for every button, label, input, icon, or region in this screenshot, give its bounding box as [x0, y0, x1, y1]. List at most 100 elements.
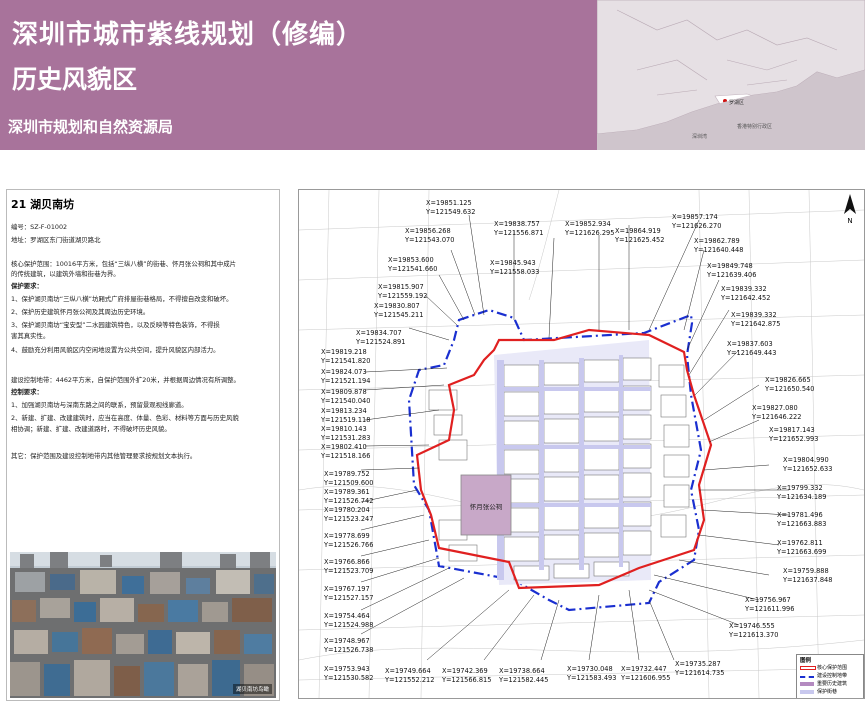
coord-label: Y=121540.040 — [321, 397, 371, 405]
coord-label: X=19849.748 — [707, 262, 753, 270]
coord-label: X=19759.888 — [783, 567, 829, 575]
coord-label: X=19839.332 — [721, 285, 767, 293]
page-subtitle: 历史风貌区 — [12, 65, 138, 94]
info-line: 3、保护湖贝南坊“宝安型”二水园建筑特色，以及反映等特色装饰，不得损 — [11, 321, 220, 329]
boundary-map: 怀月张公祠 X=19851.125 Y=121549.632 X=19856.2… — [298, 189, 865, 699]
coord-label: Y=121639.406 — [707, 271, 757, 279]
coord-label: Y=121541.820 — [321, 357, 371, 365]
coord-label: Y=121626.270 — [672, 222, 722, 230]
minimap-label-hk: 香港特别行政区 — [737, 123, 772, 130]
info-line: 相协调；新建、扩建、改建道路时，不得破坏历史风貌。 — [11, 425, 171, 433]
page-title: 深圳市城市紫线规划（修编） — [12, 20, 364, 50]
coord-label: X=19819.218 — [321, 348, 367, 356]
coord-label: Y=121606.955 — [621, 674, 671, 682]
coord-label: X=19746.555 — [729, 622, 775, 630]
coord-label: Y=121521.194 — [321, 377, 371, 385]
coord-label: Y=121559.192 — [378, 292, 428, 300]
legend-item: 重要历史建筑 — [800, 681, 860, 687]
coord-label: X=19852.934 — [565, 220, 611, 228]
minimap-svg: 罗湖区 深圳湾 香港特别行政区 — [597, 0, 865, 150]
coord-label: X=19753.943 — [324, 665, 370, 673]
coord-label: Y=121518.166 — [321, 452, 371, 460]
legend-item: 核心保护范围 — [800, 665, 860, 671]
coord-label: X=19838.757 — [494, 220, 540, 228]
coord-label: X=19810.143 — [321, 425, 367, 433]
info-line: 地址：罗湖区东门街道湖贝路北 — [11, 236, 101, 244]
info-line: 建设控制地带：4462平方米，自保护范围外扩20米，并根据周边情况有所调整。 — [11, 376, 240, 384]
coord-label: X=19813.234 — [321, 407, 367, 415]
coord-label: X=19817.143 — [769, 426, 815, 434]
coord-label: X=19762.811 — [777, 539, 823, 547]
coord-label: X=19789.752 — [324, 470, 370, 478]
info-line: 核心保护范围：10016平方米，包括“三纵八横”的街巷、怀月张公祠和其中成片 — [11, 260, 237, 268]
coord-label: Y=121649.443 — [727, 349, 777, 357]
info-line: 1、加强湖贝南坊与深南东路之间的联系，预留景观视线廊道。 — [11, 401, 188, 409]
coord-label: X=19749.664 — [385, 667, 431, 675]
legend-label: 重要历史建筑 — [817, 681, 848, 687]
legend-item: 建设控制地带 — [800, 673, 860, 679]
coord-label: Y=121613.370 — [729, 631, 779, 639]
coord-label: Y=121509.600 — [324, 479, 374, 487]
info-panel: 21 湖贝南坊 编号：SZ-F-01002 地址：罗湖区东门街道湖贝路北 核心保… — [6, 189, 280, 701]
coord-label: X=19766.866 — [324, 558, 370, 566]
coord-label: X=19781.496 — [777, 511, 823, 519]
coord-label: Y=121652.633 — [783, 465, 833, 473]
coord-label: Y=121637.848 — [783, 576, 833, 584]
coord-label: X=19802.410 — [321, 443, 367, 451]
coord-label: X=19862.789 — [694, 237, 740, 245]
coord-label: Y=121541.660 — [388, 265, 438, 273]
coord-label: Y=121614.735 — [675, 669, 725, 677]
info-line: 害其真实性。 — [11, 332, 50, 340]
info-line: 2、保护历史建筑怀月张公祠及其周边历史环境。 — [11, 308, 150, 316]
info-line: 4、鼓励充分利用风貌区内空闲地设置为公共空间，提升风貌区内部活力。 — [11, 346, 220, 354]
coord-label: X=19815.907 — [378, 283, 424, 291]
map-legend: 图例 核心保护范围 建设控制地带 重要历史建筑 保护街巷 — [796, 654, 864, 698]
coord-label: Y=121524.988 — [324, 621, 374, 629]
coord-label: X=19754.464 — [324, 612, 370, 620]
coord-label: Y=121524.891 — [356, 338, 406, 346]
aerial-photo: 湖贝南坊鸟瞰 — [10, 552, 276, 698]
coord-label: Y=121527.157 — [324, 594, 374, 602]
coord-label: X=19780.204 — [324, 506, 370, 514]
coord-label: Y=121640.448 — [694, 246, 744, 254]
legend-item: 保护街巷 — [800, 689, 860, 695]
coord-label: Y=121625.452 — [615, 236, 665, 244]
coord-label: Y=121549.632 — [426, 208, 476, 216]
aerial-photo-svg — [10, 552, 276, 698]
coord-label: Y=121543.070 — [405, 236, 455, 244]
coord-label: X=19809.878 — [321, 388, 367, 396]
legend-label: 核心保护范围 — [817, 665, 848, 671]
coord-label: Y=121526.766 — [324, 541, 374, 549]
coord-label: Y=121663.883 — [777, 520, 827, 528]
coord-label: X=19834.707 — [356, 329, 402, 337]
info-line: 1、保护湖贝南坊“三纵八横”坊厢式广府排屋街巷格局，不得擅自改变和破坏。 — [11, 295, 233, 303]
coord-label: X=19778.699 — [324, 532, 370, 540]
coord-label: Y=121642.452 — [721, 294, 771, 302]
coord-label: X=19735.287 — [675, 660, 721, 668]
coord-label: Y=121650.540 — [765, 385, 815, 393]
coord-label: Y=121582.445 — [499, 676, 549, 684]
info-line: 保护要求： — [11, 282, 43, 290]
location-minimap: 罗湖区 深圳湾 香港特别行政区 — [597, 0, 865, 150]
info-line: 控制要求： — [11, 388, 43, 396]
coord-label: Y=121626.295 — [565, 229, 615, 237]
minimap-label-luohu: 罗湖区 — [729, 99, 744, 106]
info-line: 其它：保护范围及建设控制地带内其他管理要求按规划文本执行。 — [11, 452, 197, 460]
coord-label: X=19853.600 — [388, 256, 434, 264]
coord-label: Y=121552.212 — [385, 676, 435, 684]
legend-swatch — [800, 676, 814, 678]
coord-label: X=19864.919 — [615, 227, 661, 235]
coord-label: X=19826.665 — [765, 376, 811, 384]
coord-label: X=19756.967 — [745, 596, 791, 604]
svg-text:N: N — [847, 217, 852, 224]
coord-label: Y=121634.189 — [777, 493, 827, 501]
coord-label: X=19851.125 — [426, 199, 472, 207]
coord-label: Y=121526.738 — [324, 646, 374, 654]
legend-swatch — [800, 666, 816, 670]
coord-label: X=19857.174 — [672, 213, 718, 221]
coord-label: X=19738.664 — [499, 667, 545, 675]
coord-label: X=19856.268 — [405, 227, 451, 235]
north-arrow-icon: N — [844, 194, 856, 224]
coord-label: Y=121646.222 — [752, 413, 802, 421]
coord-label: X=19748.967 — [324, 637, 370, 645]
